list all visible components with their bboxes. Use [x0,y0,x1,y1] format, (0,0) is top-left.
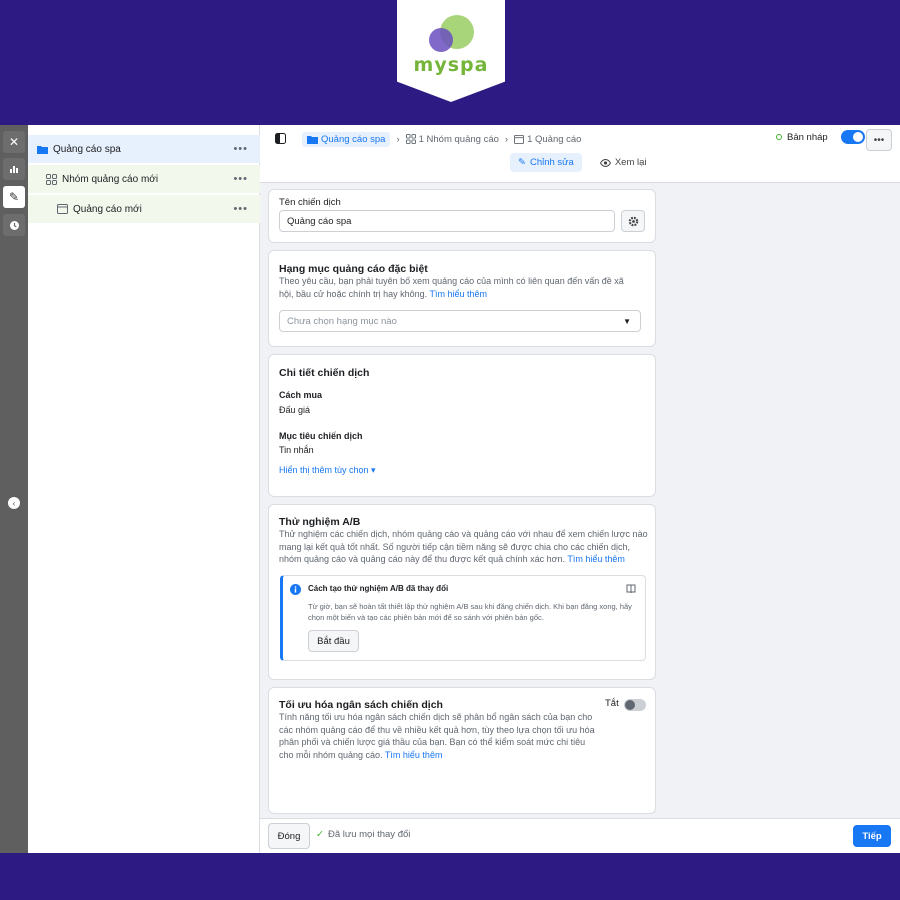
draft-toggle[interactable] [840,130,865,144]
next-button[interactable]: Tiếp [853,825,891,847]
chart-icon[interactable] [3,158,25,180]
tab-edit[interactable]: ✎ Chỉnh sửa [510,153,582,172]
ab-test-notice: Cách tạo thử nghiệm A/B đã thay đổi Từ g… [280,575,646,661]
saved-text: Đã lưu mọi thay đổi [327,829,411,840]
learn-more-link[interactable]: Tìm hiểu thêm [429,289,487,299]
more-options-icon[interactable]: ••• [233,203,248,215]
tree-item-campaign[interactable]: Quảng cáo spa ••• [28,135,260,163]
tree-item-label: Quảng cáo spa [53,143,121,155]
campaign-name-input[interactable]: Quảng cáo spa [279,210,615,232]
logo-circles-icon [429,15,474,52]
pencil-icon[interactable]: ✎ [3,186,25,208]
chevron-left-icon[interactable]: ‹ [8,497,20,509]
objective-value: Tin nhắn [279,445,314,455]
breadcrumb-ad[interactable]: 1 Quảng cáo [514,134,581,145]
panel-toggle-icon[interactable] [275,133,286,144]
left-rail: ✕ ✎ ‹ [0,125,28,853]
mode-tabs: ✎ Chỉnh sửa Xem lại [510,153,655,172]
check-icon: ✓ [316,829,324,840]
campaign-name-card: Tên chiến dịch Quảng cáo spa [268,189,656,243]
eye-icon [599,158,611,167]
buy-type-value: Đấu giá [279,405,311,415]
folder-icon [37,145,48,154]
caret-down-icon: ▼ [623,316,631,326]
select-placeholder: Chưa chọn hạng mục nào [287,315,397,327]
close-button[interactable]: Đóng [268,823,310,849]
myspa-logo: myspa [397,0,505,102]
pencil-icon: ✎ [518,157,526,168]
grid-icon [46,173,57,185]
close-icon[interactable]: ✕ [3,131,25,153]
campaign-details-card: Chi tiết chiến dịch Cách mua Đấu giá Mục… [268,354,656,497]
section-description: Theo yêu cầu, bạn phải tuyên bố xem quản… [279,275,639,300]
gear-icon[interactable] [621,210,645,232]
tree-item-ad[interactable]: Quảng cáo mới ••• [28,195,260,223]
ads-manager-window: ✕ ✎ ‹ Quảng cáo spa ••• Nhóm quảng cáo m… [0,125,900,853]
toggle-state-label: Tắt [605,698,619,709]
section-title: Tối ưu hóa ngân sách chiến dịch [279,699,443,711]
more-options-icon[interactable]: ••• [233,143,248,155]
notice-text: Từ giờ, bạn sẽ hoàn tất thiết lập thử ng… [308,602,632,622]
breadcrumb: Quảng cáo spa › 1 Nhóm quảng cáo › 1 Quả… [302,131,581,147]
tree-item-label: Quảng cáo mới [73,203,142,215]
breadcrumb-adset[interactable]: 1 Nhóm quảng cáo [405,133,499,145]
section-title: Chi tiết chiến dịch [279,367,370,379]
budget-optimization-toggle[interactable] [624,699,646,711]
clock-icon[interactable] [3,214,25,236]
budget-optimization-card: Tối ưu hóa ngân sách chiến dịch Tắt Tính… [268,687,656,814]
draft-label: Bản nháp [787,131,828,143]
breadcrumb-campaign[interactable]: Quảng cáo spa [302,131,391,147]
learn-more-link[interactable]: Tìm hiểu thêm [567,554,625,564]
logo-text: myspa [413,54,489,76]
more-options-button[interactable]: ••• [866,129,892,151]
breadcrumb-label: 1 Nhóm quảng cáo [418,133,499,145]
section-title: Hạng mục quảng cáo đặc biệt [279,263,428,275]
save-status: ✓ Đã lưu mọi thay đổi [316,829,410,840]
tab-label: Chỉnh sửa [529,157,574,168]
info-icon [290,584,301,595]
notice-title: Cách tạo thử nghiệm A/B đã thay đổi [308,584,449,593]
campaign-tree: Quảng cáo spa ••• Nhóm quảng cáo mới •••… [28,125,260,853]
chevron-right-icon: › [396,133,400,145]
editor-footer: Đóng ✓ Đã lưu mọi thay đổi Tiếp [260,818,900,853]
objective-label: Mục tiêu chiến dịch [279,431,363,441]
special-category-card: Hạng mục quảng cáo đặc biệt Theo yêu cầu… [268,250,656,347]
breadcrumb-label: 1 Quảng cáo [527,133,582,145]
draft-status: Bản nháp [776,130,865,144]
section-description: Tính năng tối ưu hóa ngân sách chiến dịc… [279,711,599,761]
editor-main: Quảng cáo spa › 1 Nhóm quảng cáo › 1 Quả… [260,125,900,853]
campaign-name-label: Tên chiến dịch [279,197,341,208]
learn-more-link[interactable]: Tìm hiểu thêm [385,750,443,760]
tab-label: Xem lại [614,157,647,168]
ad-icon [57,204,68,214]
folder-icon [307,135,318,144]
tree-item-adset[interactable]: Nhóm quảng cáo mới ••• [28,165,260,193]
section-title: Thử nghiệm A/B [279,516,361,528]
book-icon[interactable] [626,584,636,594]
tree-item-label: Nhóm quảng cáo mới [62,173,159,185]
ab-test-card: Thử nghiệm A/B Thử nghiệm các chiến dịch… [268,504,656,680]
section-description: Thử nghiệm các chiến dịch, nhóm quảng cá… [279,528,649,566]
editor-topbar: Quảng cáo spa › 1 Nhóm quảng cáo › 1 Quả… [260,125,900,183]
grid-icon [405,134,416,144]
chevron-right-icon: › [504,133,509,145]
ad-icon [514,134,525,144]
draft-dot-icon [776,134,782,140]
start-button[interactable]: Bắt đầu [308,630,359,652]
category-select[interactable]: Chưa chọn hạng mục nào ▼ [279,310,641,332]
tab-review[interactable]: Xem lại [592,153,655,172]
show-more-options-link[interactable]: Hiển thị thêm tùy chọn ▾ [279,465,376,476]
buy-type-label: Cách mua [279,390,323,400]
breadcrumb-label: Quảng cáo spa [321,133,386,145]
more-options-icon[interactable]: ••• [233,173,248,185]
